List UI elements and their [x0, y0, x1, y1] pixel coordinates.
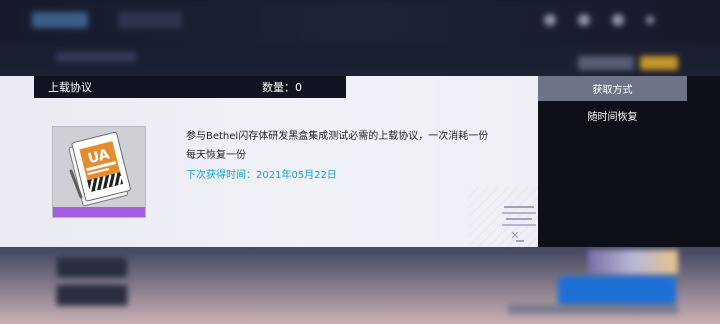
- item-description: 参与Bethel闪存体研发黑盒集成测试必需的上载协议，一次消耗一份: [186, 131, 489, 142]
- acquire-method-panel: 获取方式 随时间恢复: [538, 76, 720, 247]
- acquire-method-header: 获取方式: [538, 76, 687, 101]
- item-header-bar: 上载协议 数量：0: [34, 76, 346, 98]
- acquire-method-item[interactable]: 随时间恢复: [538, 106, 687, 124]
- rarity-strip: [53, 207, 145, 217]
- decorative-seal-icon: [502, 206, 536, 242]
- item-count: 数量：0: [262, 81, 302, 94]
- background-resource-chip: [578, 56, 634, 70]
- background-tab: [118, 12, 182, 28]
- background-icon: [578, 14, 590, 26]
- background-icon: [544, 14, 556, 26]
- background-tab: [32, 12, 88, 28]
- background-characters: [588, 250, 678, 274]
- background-icon: [646, 16, 654, 24]
- upload-agreement-document-icon: UA: [68, 131, 131, 207]
- item-name: 上载协议: [48, 81, 92, 94]
- background-button: [56, 284, 128, 306]
- item-detail-panel: 上载协议 数量：0 UA 参与Bethel闪存体研发黑盒集成测试必需的上载协议，…: [0, 76, 720, 247]
- background-subtitle: [56, 52, 136, 62]
- item-description-recovery: 每天恢复一份: [186, 150, 246, 161]
- background-resource-chip: [640, 56, 678, 70]
- background-button: [56, 256, 128, 278]
- next-gain-time: 下次获得时间：2021年05月22日: [186, 170, 337, 181]
- background-version-note: [508, 304, 678, 314]
- item-card: UA: [52, 126, 146, 218]
- background-icon: [612, 14, 624, 26]
- item-info-area: 上载协议 数量：0 UA 参与Bethel闪存体研发黑盒集成测试必需的上载协议，…: [0, 76, 538, 247]
